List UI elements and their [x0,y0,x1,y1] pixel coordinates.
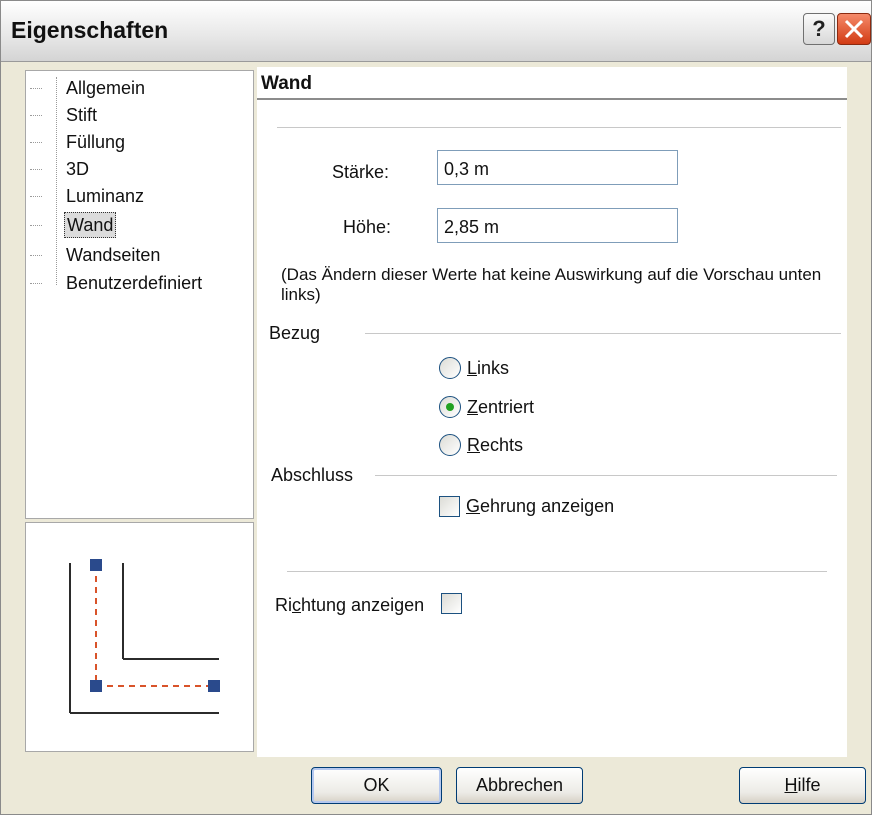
staerke-label: Stärke: [332,162,390,182]
properties-dialog: Eigenschaften ? Allgemein Stift Füllung [0,0,872,815]
section-title: Wand [261,73,313,94]
wall-preview-drawing [69,559,220,714]
tree-item-label: Benutzerdefiniert [66,273,203,293]
radio-zentriert[interactable] [439,396,461,418]
radio-zentriert-label[interactable]: Zentriert [467,397,534,418]
divider [277,127,841,128]
tree-item-label: Stift [66,105,98,125]
bezug-group-label: Bezug [269,323,321,343]
help-button[interactable]: Hilfe [739,767,866,804]
tree-item-label: Allgemein [66,78,146,98]
wall-properties-panel: Wand Stärke: 0,3 m Höhe: 2,85 m (Das Änd… [257,67,847,757]
radio-selected-dot [446,403,454,411]
window-title: Eigenschaften [11,17,169,43]
abschluss-divider [375,475,837,476]
cancel-button[interactable]: Abbrechen [456,767,583,804]
handle-corner [90,680,102,692]
bezug-divider [365,333,841,334]
tree-item-label: Luminanz [66,186,145,206]
tree-item-label: Füllung [66,132,126,152]
hoehe-label: Höhe: [343,217,392,237]
help-title-button[interactable]: ? [803,13,835,45]
divider [287,571,827,572]
tree-item-label: Wandseiten [66,245,161,265]
close-icon [844,19,864,39]
abschluss-group-label: Abschluss [271,465,354,485]
question-icon: ? [812,16,826,41]
richtung-checkbox[interactable] [441,593,462,614]
handle-top [90,559,102,571]
ok-button[interactable]: OK [311,767,442,804]
hoehe-input[interactable]: 2,85 m [437,208,678,243]
tree-item-label: 3D [66,159,90,179]
radio-links-label[interactable]: Links [467,358,509,379]
handle-end [208,680,220,692]
close-button[interactable] [837,13,871,45]
gehrung-label[interactable]: Gehrung anzeigen [466,496,614,517]
title-bar[interactable]: Eigenschaften ? [1,1,871,62]
wall-preview [25,522,254,752]
section-title-divider [257,98,847,100]
radio-rechts-label[interactable]: Rechts [467,435,523,456]
radio-rechts[interactable] [439,434,461,456]
category-tree[interactable]: Allgemein Stift Füllung 3D Luminanz Wand… [25,70,254,519]
info-note: (Das Ändern dieser Werte hat keine Auswi… [281,265,822,304]
tree-connector-line [56,77,57,285]
staerke-input[interactable]: 0,3 m [437,150,678,185]
richtung-label[interactable]: Richtung anzeigen [275,595,424,616]
tree-item-label: Wand [64,212,117,238]
radio-links[interactable] [439,357,461,379]
gehrung-checkbox[interactable] [439,496,460,517]
